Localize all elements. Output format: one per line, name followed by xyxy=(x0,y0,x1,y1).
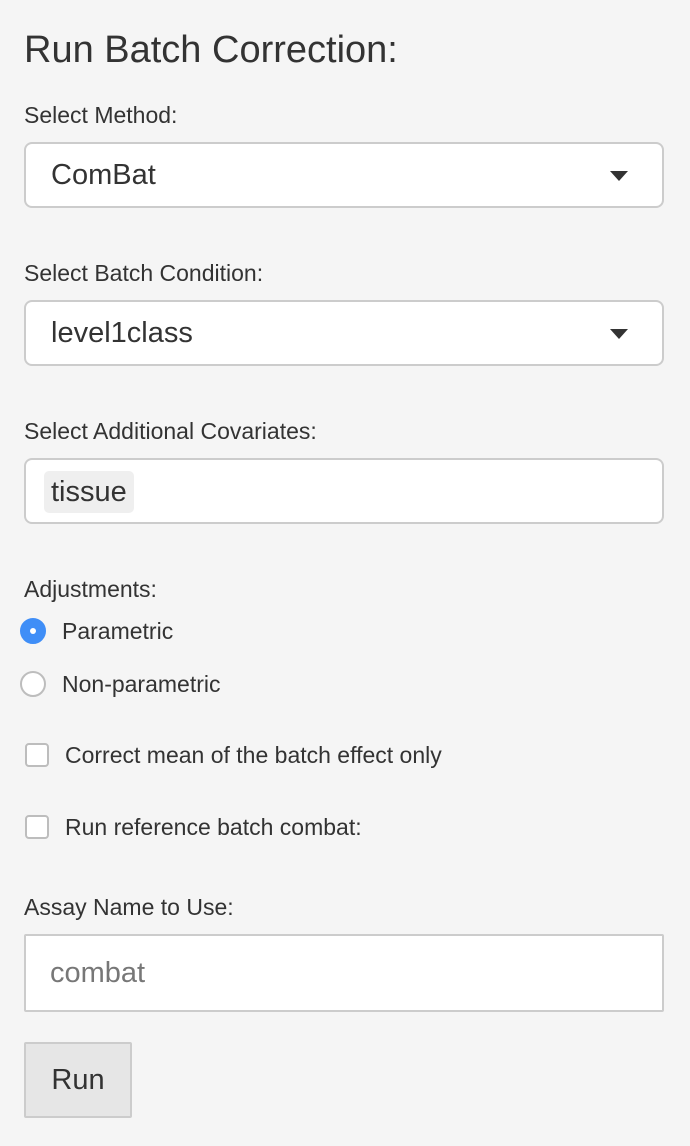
chevron-down-icon xyxy=(610,329,628,339)
covariate-tag[interactable]: tissue xyxy=(44,471,134,513)
covariates-multiselect[interactable]: tissue xyxy=(24,458,664,524)
checkbox-ref-batch-label: Run reference batch combat: xyxy=(65,814,362,840)
batch-condition-select[interactable]: level1class xyxy=(24,300,664,366)
radio-parametric[interactable]: Parametric xyxy=(20,614,173,648)
checkbox-ref-batch[interactable]: Run reference batch combat: xyxy=(24,810,362,844)
batch-condition-label: Select Batch Condition: xyxy=(24,260,264,286)
radio-button[interactable] xyxy=(20,671,46,697)
checkbox[interactable] xyxy=(25,743,49,767)
batch-condition-select-value: level1class xyxy=(51,317,193,349)
method-select-value: ComBat xyxy=(51,159,156,191)
checkbox-mean-only-label: Correct mean of the batch effect only xyxy=(65,742,442,768)
checkbox[interactable] xyxy=(25,815,49,839)
page-title: Run Batch Correction: xyxy=(24,29,398,71)
radio-non-parametric[interactable]: Non-parametric xyxy=(20,667,221,701)
assay-name-field[interactable] xyxy=(24,934,664,1012)
checkbox-mean-only[interactable]: Correct mean of the batch effect only xyxy=(24,738,442,772)
run-button[interactable]: Run xyxy=(24,1042,132,1118)
radio-parametric-label: Parametric xyxy=(62,618,174,644)
radio-non-parametric-label: Non-parametric xyxy=(62,671,221,697)
covariates-label: Select Additional Covariates: xyxy=(24,418,317,444)
method-select[interactable]: ComBat xyxy=(24,142,664,208)
assay-name-label: Assay Name to Use: xyxy=(24,894,234,920)
assay-name-input[interactable] xyxy=(26,936,662,1010)
radio-button-checked[interactable] xyxy=(20,618,46,644)
method-label: Select Method: xyxy=(24,102,178,128)
chevron-down-icon xyxy=(610,171,628,181)
adjustments-label: Adjustments: xyxy=(24,576,157,602)
